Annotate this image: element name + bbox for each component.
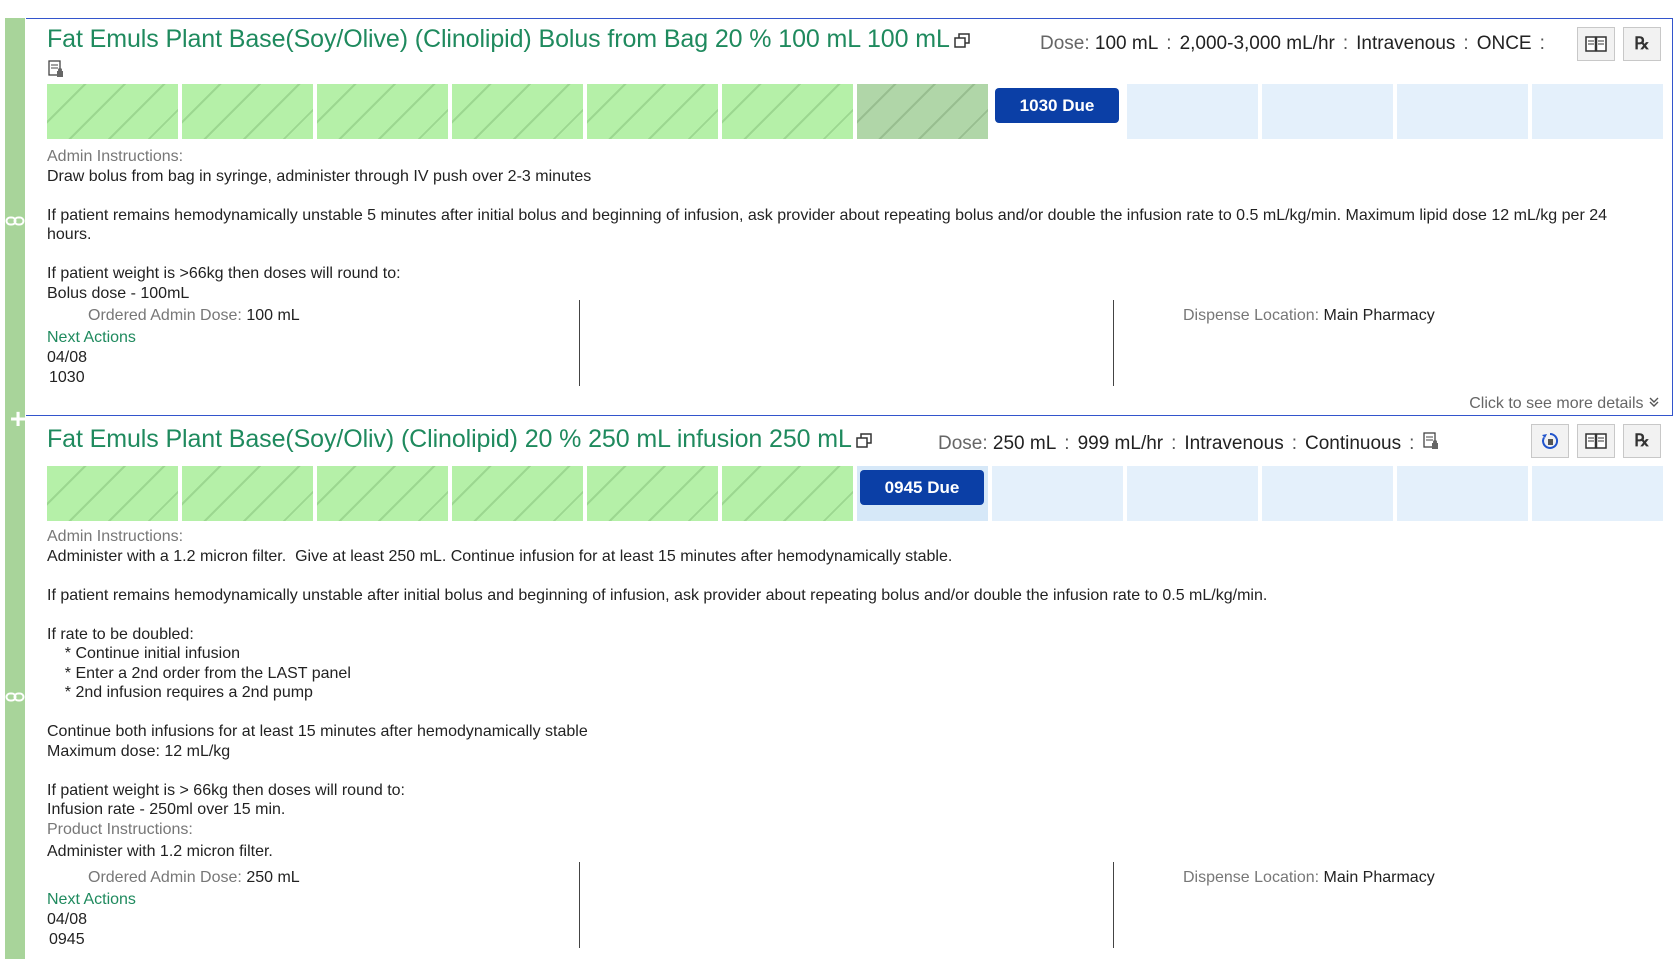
instruction-line: If patient weight is > 66kg then doses w…: [47, 781, 405, 799]
dose-summary: Dose: 100 mL:2,000-3,000 mL/hr: Intraveno…: [1040, 33, 1545, 54]
more-details-link[interactable]: Click to see more details: [1469, 395, 1660, 413]
timeline-cell-given[interactable]: [182, 466, 313, 521]
instruction-line: [47, 186, 1637, 206]
timeline-cell-given[interactable]: [317, 466, 448, 521]
reference-book-button[interactable]: [1577, 27, 1615, 61]
instruction-line: Administer with a 1.2 micron filter. Giv…: [47, 547, 953, 565]
due-task-button[interactable]: 0945 Due: [860, 470, 984, 505]
timeline-cell-future[interactable]: [1532, 466, 1663, 521]
column-divider: [579, 862, 580, 948]
column-divider: [579, 300, 580, 386]
next-action-date: 04/08: [47, 349, 88, 366]
next-actions-link[interactable]: Next Actions: [47, 328, 136, 348]
med-order-card[interactable]: Fat Emuls Plant Base(Soy/Olive) (Clinoli…: [26, 18, 1673, 416]
rx-icon: ℞: [1634, 34, 1650, 53]
link-icon[interactable]: [5, 690, 25, 702]
prescription-button[interactable]: ℞: [1623, 27, 1661, 61]
timeline-cell-future[interactable]: [1397, 84, 1528, 139]
instruction-line: * Enter a 2nd order from the LAST panel: [47, 664, 351, 682]
instruction-line: * Continue initial infusion: [47, 645, 240, 662]
order-title[interactable]: Fat Emuls Plant Base(Soy/Olive) (Clinoli…: [47, 25, 970, 56]
timeline-cell-given[interactable]: [722, 466, 853, 521]
timeline-cell-due[interactable]: 1030 Due: [992, 84, 1123, 139]
document-stamp-icon[interactable]: [47, 59, 67, 84]
timeline-cell-future[interactable]: [1262, 466, 1393, 521]
admin-instructions: Admin Instructions: Draw bolus from bag …: [47, 147, 1637, 303]
timeline-cell-past[interactable]: [857, 84, 988, 139]
next-actions-link[interactable]: Next Actions: [47, 890, 136, 910]
instruction-line: [47, 605, 1637, 625]
next-action-date: 04/08: [47, 911, 88, 928]
ordered-admin-dose: Ordered Admin Dose: 100 mL: [88, 307, 300, 324]
timeline-cell-given[interactable]: [47, 466, 178, 521]
timeline-cell-given[interactable]: [317, 84, 448, 139]
rx-icon: ℞: [1634, 431, 1650, 450]
book-icon: [1585, 433, 1607, 449]
timeline-cell-given[interactable]: [722, 84, 853, 139]
column-divider: [1113, 300, 1114, 386]
reference-book-button[interactable]: [1577, 424, 1615, 458]
dispense-location: Dispense Location: Main Pharmacy: [1183, 307, 1435, 324]
instruction-line: If patient weight is >66kg then doses wi…: [47, 265, 401, 282]
dispense-location: Dispense Location: Main Pharmacy: [1183, 869, 1435, 886]
timeline-cell-given[interactable]: [47, 84, 178, 139]
order-group-gutter: [5, 18, 25, 959]
admin-instructions: Admin Instructions: Administer with a 1.…: [47, 527, 1637, 862]
timeline-cell-future[interactable]: [1397, 466, 1528, 521]
instruction-line: If patient remains hemodynamically unsta…: [47, 206, 1608, 244]
timeline-cell-future[interactable]: [1127, 84, 1258, 139]
order-title[interactable]: Fat Emuls Plant Base(Soy/Oliv) (Clinolip…: [47, 425, 872, 456]
due-task-button[interactable]: 1030 Due: [995, 88, 1119, 123]
product-instructions-label: Product Instructions:: [47, 820, 193, 838]
next-action-time: 1030: [49, 369, 85, 386]
timeline-cell-future[interactable]: [992, 466, 1123, 521]
timeline-cell-given[interactable]: [452, 466, 583, 521]
instruction-line: Continue both infusions for at least 15 …: [47, 723, 588, 740]
instruction-line: [47, 761, 1637, 781]
column-divider: [1113, 862, 1114, 948]
titrate-button[interactable]: [1531, 424, 1569, 458]
product-instructions: Administer with 1.2 micron filter.: [47, 843, 273, 860]
admin-instructions-label: Admin Instructions:: [47, 148, 184, 165]
instruction-line: Maximum dose: 12 mL/kg: [47, 742, 231, 760]
open-window-icon[interactable]: [954, 27, 970, 56]
next-action-time: 0945: [49, 931, 85, 948]
instruction-line: If rate to be doubled:: [47, 625, 194, 643]
prescription-button[interactable]: ℞: [1623, 424, 1661, 458]
timeline-cell-given[interactable]: [587, 84, 718, 139]
instruction-line: [47, 245, 1637, 265]
ordered-admin-dose: Ordered Admin Dose: 250 mL: [88, 869, 300, 886]
link-icon[interactable]: [5, 214, 25, 226]
timeline-cell-given[interactable]: [587, 466, 718, 521]
instruction-line: If patient remains hemodynamically unsta…: [47, 586, 1268, 604]
instruction-line: Infusion rate - 250ml over 15 min.: [47, 801, 286, 818]
open-window-icon[interactable]: [856, 427, 872, 456]
med-order-card[interactable]: Fat Emuls Plant Base(Soy/Oliv) (Clinolip…: [26, 417, 1673, 959]
instruction-line: * 2nd infusion requires a 2nd pump: [47, 684, 313, 701]
dose-summary: Dose: 250 mL:999 mL/hr: Intravenous: Conti…: [938, 431, 1442, 457]
timeline-cell-future[interactable]: [1532, 84, 1663, 139]
instruction-line: Draw bolus from bag in syringe, administ…: [47, 167, 592, 185]
admin-instructions-label: Admin Instructions:: [47, 528, 184, 545]
titrate-icon: [1542, 432, 1559, 449]
double-chevron-down-icon: [1649, 397, 1659, 407]
document-stamp-icon[interactable]: [1422, 431, 1442, 457]
instruction-line: [47, 703, 1637, 723]
timeline-cell-future[interactable]: [1262, 84, 1393, 139]
timeline-cell-given[interactable]: [452, 84, 583, 139]
timeline-cell-due[interactable]: 0945 Due: [857, 466, 988, 521]
instruction-line: Bolus dose - 100mL: [47, 284, 190, 302]
timeline-cell-given[interactable]: [182, 84, 313, 139]
instruction-line: [47, 566, 1637, 586]
book-icon: [1585, 36, 1607, 52]
timeline-cell-future[interactable]: [1127, 466, 1258, 521]
